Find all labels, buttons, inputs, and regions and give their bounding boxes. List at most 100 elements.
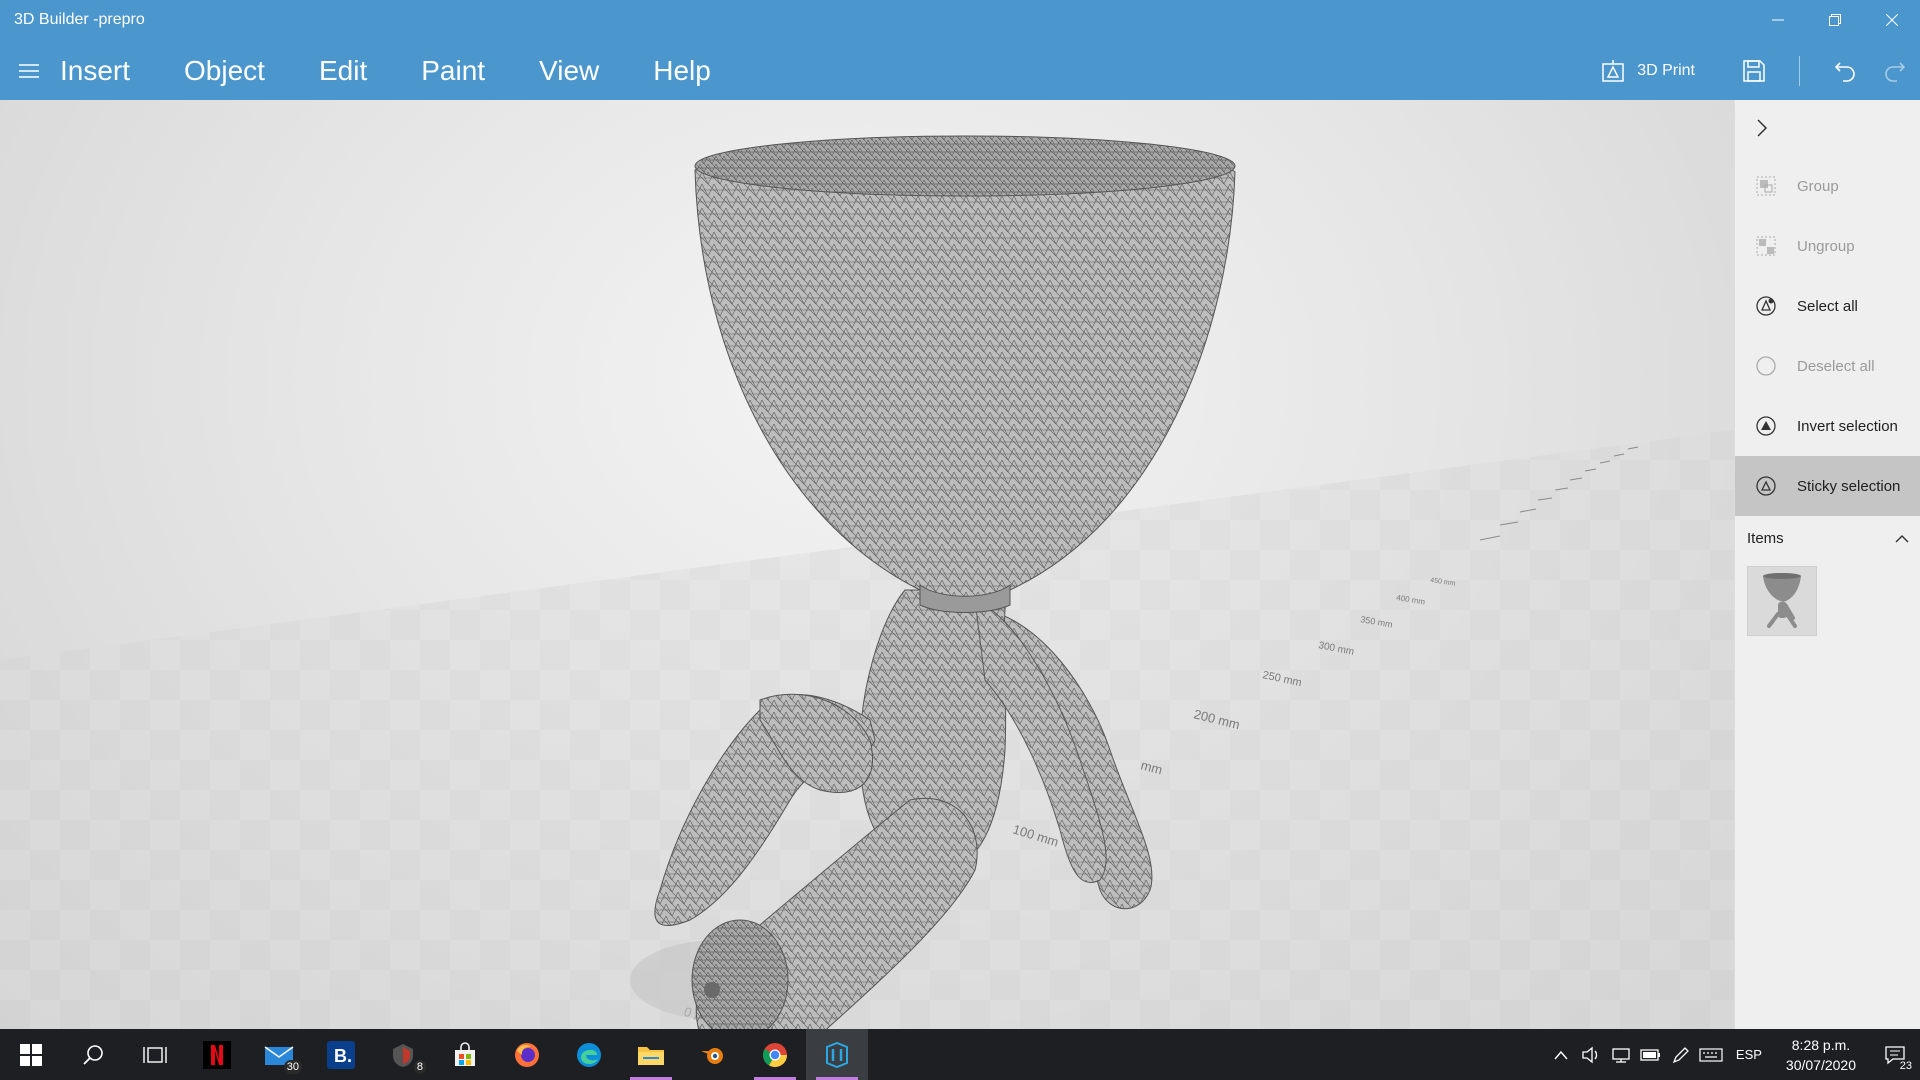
invert-selection-label: Invert selection xyxy=(1797,417,1898,435)
taskbar-app-store[interactable] xyxy=(434,1029,496,1080)
group-label: Group xyxy=(1797,177,1839,195)
volume-icon xyxy=(1582,1046,1598,1063)
clock[interactable]: 8:28 p.m. 30/07/2020 xyxy=(1772,1035,1870,1075)
network-icon xyxy=(1612,1047,1630,1063)
clock-time: 8:28 p.m. xyxy=(1791,1036,1851,1053)
taskbar-app-chrome[interactable] xyxy=(744,1029,806,1080)
antivirus-badge: 8 xyxy=(413,1060,426,1074)
menu-paint[interactable]: Paint xyxy=(419,55,487,87)
select-all-button[interactable]: Select all xyxy=(1735,276,1920,336)
taskbar-app-netflix[interactable] xyxy=(186,1029,248,1080)
antivirus-icon xyxy=(393,1043,413,1067)
sticky-selection-label: Sticky selection xyxy=(1797,477,1901,495)
taskbar-app-firefox[interactable] xyxy=(496,1029,558,1080)
start-button[interactable] xyxy=(0,1029,62,1080)
scene-canvas: 0 mm mm 100 mm mm 200 mm 250 mm 300 mm 3… xyxy=(0,135,1734,1029)
netflix-icon xyxy=(203,1040,231,1069)
redo-icon xyxy=(1885,62,1906,82)
volume-button[interactable] xyxy=(1576,1029,1606,1080)
taskbar-app-3d-builder[interactable] xyxy=(806,1029,868,1080)
battery-icon xyxy=(1640,1048,1660,1061)
mail-badge: 30 xyxy=(283,1060,302,1074)
taskbar-app-antivirus[interactable]: 8 xyxy=(372,1029,434,1080)
toolbar-right: 3D Print xyxy=(1601,48,1920,94)
menu-help[interactable]: Help xyxy=(651,55,713,87)
search-button[interactable] xyxy=(62,1029,124,1080)
window-controls xyxy=(1749,0,1920,40)
taskbar-app-mail[interactable]: 30 xyxy=(248,1029,310,1080)
3d-print-button[interactable]: 3D Print xyxy=(1601,59,1695,83)
svg-text:B.: B. xyxy=(334,1046,352,1066)
action-center-button[interactable]: 23 xyxy=(1870,1029,1920,1080)
3d-viewport[interactable]: 0 mm mm 100 mm mm 200 mm 250 mm 300 mm 3… xyxy=(0,100,1734,1029)
show-hidden-icons-button[interactable] xyxy=(1546,1029,1576,1080)
chevron-up-icon xyxy=(1895,535,1909,543)
invert-selection-icon xyxy=(1753,413,1779,439)
redo-button[interactable] xyxy=(1870,48,1920,94)
save-icon xyxy=(1743,60,1765,82)
battery-button[interactable] xyxy=(1636,1029,1666,1080)
group-button[interactable]: Group xyxy=(1735,156,1920,216)
close-button[interactable] xyxy=(1863,0,1920,40)
firefox-icon xyxy=(515,1042,539,1067)
collapse-panel-button[interactable] xyxy=(1735,100,1920,156)
booking-icon: B. xyxy=(327,1040,355,1069)
sticky-selection-icon xyxy=(1753,473,1779,499)
undo-button[interactable] xyxy=(1820,48,1870,94)
windows-logo-icon xyxy=(20,1043,42,1066)
input-language[interactable]: ESP xyxy=(1726,1047,1772,1062)
taskbar-app-blender[interactable] xyxy=(682,1029,744,1080)
task-view-button[interactable] xyxy=(124,1029,186,1080)
sticky-selection-button[interactable]: Sticky selection xyxy=(1735,456,1920,516)
notification-count: 23 xyxy=(1897,1060,1914,1072)
hamburger-icon xyxy=(19,64,39,78)
select-all-icon xyxy=(1753,293,1779,319)
taskbar-app-file-explorer[interactable] xyxy=(620,1029,682,1080)
3d-print-icon xyxy=(1602,60,1624,82)
store-icon xyxy=(455,1041,475,1066)
deselect-all-label: Deselect all xyxy=(1797,357,1875,375)
menu-view[interactable]: View xyxy=(537,55,601,87)
hamburger-menu-button[interactable] xyxy=(0,48,58,94)
item-thumbnail[interactable] xyxy=(1747,566,1817,636)
menu-edit[interactable]: Edit xyxy=(317,55,369,87)
ungroup-icon xyxy=(1753,233,1779,259)
system-tray: ESP 8:28 p.m. 30/07/2020 23 xyxy=(1546,1029,1920,1080)
deselect-all-icon xyxy=(1753,353,1779,379)
3d-builder-icon xyxy=(826,1041,848,1068)
object-side-panel: Group Ungroup Select all Deselect all In… xyxy=(1734,100,1920,1029)
clock-date: 30/07/2020 xyxy=(1785,1056,1856,1073)
taskbar-app-booking[interactable]: B. xyxy=(310,1029,372,1080)
edge-icon xyxy=(577,1042,601,1067)
restore-button[interactable] xyxy=(1806,0,1863,40)
ungroup-button[interactable]: Ungroup xyxy=(1735,216,1920,276)
restore-icon xyxy=(1828,14,1841,26)
pen-workspace-button[interactable] xyxy=(1666,1029,1696,1080)
collapse-items-button[interactable] xyxy=(1894,532,1910,544)
select-all-label: Select all xyxy=(1797,297,1858,315)
taskbar-app-edge[interactable] xyxy=(558,1029,620,1080)
model-thumbnail-icon xyxy=(1763,573,1801,628)
ungroup-label: Ungroup xyxy=(1797,237,1855,255)
folder-icon xyxy=(638,1046,664,1065)
save-button[interactable] xyxy=(1729,48,1779,94)
invert-selection-button[interactable]: Invert selection xyxy=(1735,396,1920,456)
windows-taskbar: 30 B. 8 ESP 8:28 p.m. 30/07/2020 23 xyxy=(0,1029,1920,1080)
chevron-right-icon xyxy=(1757,119,1768,137)
search-icon xyxy=(83,1044,103,1065)
touch-keyboard-button[interactable] xyxy=(1696,1029,1726,1080)
menu-insert[interactable]: Insert xyxy=(58,55,132,87)
task-view-icon xyxy=(143,1046,167,1063)
chrome-icon xyxy=(762,1042,787,1067)
toolbar-separator xyxy=(1799,56,1800,86)
deselect-all-button[interactable]: Deselect all xyxy=(1735,336,1920,396)
minimize-icon xyxy=(1771,19,1784,21)
close-icon xyxy=(1885,14,1898,26)
network-button[interactable] xyxy=(1606,1029,1636,1080)
menu-object[interactable]: Object xyxy=(182,55,267,87)
window-title: 3D Builder -prepro xyxy=(14,11,145,28)
chevron-up-icon xyxy=(1554,1050,1568,1059)
items-header-label: Items xyxy=(1747,529,1784,547)
keyboard-icon xyxy=(1699,1047,1723,1062)
minimize-button[interactable] xyxy=(1749,0,1806,40)
